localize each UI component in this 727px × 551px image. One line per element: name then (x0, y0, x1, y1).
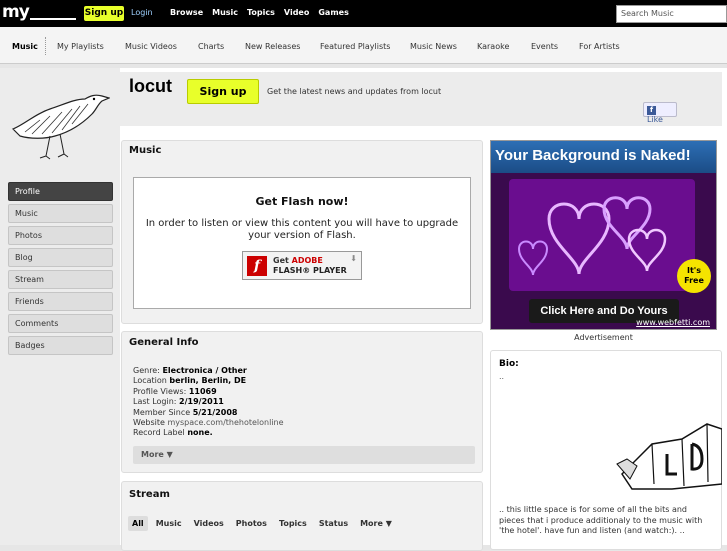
login-link[interactable]: Login (131, 8, 153, 17)
stream-tab-more[interactable]: More ▼ (356, 516, 396, 531)
facebook-icon: f (647, 106, 656, 115)
header-tagline: Get the latest news and updates from loc… (267, 87, 442, 96)
stream-tab-videos[interactable]: Videos (190, 516, 228, 531)
sidebar-tab-comments[interactable]: Comments (8, 314, 113, 333)
sidebar-tab-stream[interactable]: Stream (8, 270, 113, 289)
logo-underline (30, 18, 76, 20)
bio-sketch-image (616, 423, 722, 490)
ad-url[interactable]: www.webfetti.com (636, 318, 710, 327)
info-member-since: Member Since 5/21/2008 (133, 407, 238, 417)
subnav-for-artists[interactable]: For Artists (579, 42, 620, 51)
get-word: Get (273, 256, 289, 265)
info-last-login: Last Login: 2/19/2011 (133, 397, 224, 407)
subnav-music-news[interactable]: Music News (410, 42, 457, 51)
top-nav-music[interactable]: Music (212, 8, 238, 17)
subnav-featured-playlists[interactable]: Featured Playlists (320, 42, 390, 51)
subnav-music-videos[interactable]: Music Videos (125, 42, 177, 51)
sidebar-tab-friends[interactable]: Friends (8, 292, 113, 311)
top-nav-topics[interactable]: Topics (247, 8, 275, 17)
like-label: Like (647, 115, 663, 124)
top-nav-video[interactable]: Video (284, 8, 309, 17)
bio-text: .. this little space is for some of all … (499, 505, 703, 535)
sidebar-tab-music[interactable]: Music (8, 204, 113, 223)
stream-tab-status[interactable]: Status (315, 516, 352, 531)
music-subnav: Music My Playlists Music Videos Charts N… (0, 27, 727, 64)
flash-message: In order to listen or view this content … (145, 218, 459, 241)
subnav-my-playlists[interactable]: My Playlists (57, 42, 104, 51)
bio-ellipsis: .. (499, 372, 505, 381)
sidebar-tab-photos[interactable]: Photos (8, 226, 113, 245)
top-nav-games[interactable]: Games (318, 8, 349, 17)
info-website: Website myspace.com/thehotelonline (133, 418, 284, 428)
subnav-events[interactable]: Events (531, 42, 558, 51)
info-genre: Genre: Electronica / Other (133, 366, 247, 375)
flash-player-label: FLASH® PLAYER (273, 266, 347, 275)
top-nav: Browse Music Topics Video Games (170, 8, 349, 17)
download-arrow-icon: ⬇ (350, 254, 357, 263)
get-adobe-label: Get ADOBE (273, 256, 323, 265)
subnav-divider (45, 37, 46, 55)
advertisement-label: Advertisement (574, 333, 633, 342)
bio-title: Bio: (499, 359, 519, 369)
website-link[interactable]: myspace.com/thehotelonline (167, 418, 283, 427)
info-profile-views: Profile Views: 11069 (133, 386, 217, 396)
general-info-title: General Info (129, 337, 199, 348)
sidebar-tab-profile[interactable]: Profile (8, 182, 113, 201)
stream-tab-topics[interactable]: Topics (275, 516, 311, 531)
stream-title: Stream (129, 489, 170, 500)
subnav-karaoke[interactable]: Karaoke (477, 42, 509, 51)
get-flash-button[interactable]: f Get ADOBE FLASH® PLAYER ⬇ (242, 251, 362, 280)
sidebar-tab-blog[interactable]: Blog (8, 248, 113, 267)
subnav-new-releases[interactable]: New Releases (245, 42, 300, 51)
stream-tab-music[interactable]: Music (152, 516, 186, 531)
flash-logo-icon: f (247, 256, 267, 276)
flash-title: Get Flash now! (255, 195, 349, 208)
facebook-like-button[interactable]: fLike (643, 102, 677, 124)
ad-free-badge: It's Free (677, 259, 711, 293)
general-info-list: Genre: Electronica / Other Location berl… (133, 366, 284, 439)
ad-headline: Your Background is Naked! (491, 141, 716, 173)
stream-tab-all[interactable]: All (128, 516, 148, 531)
info-record-label: Record Label none. (133, 428, 213, 438)
general-info-more-button[interactable]: More ▼ (133, 446, 475, 464)
artist-name: locut (129, 76, 172, 96)
ad-hearts-image (509, 179, 695, 291)
hearts-graphic (517, 196, 667, 276)
stream-tab-photos[interactable]: Photos (232, 516, 271, 531)
sidebar-tab-badges[interactable]: Badges (8, 336, 113, 355)
subnav-music[interactable]: Music (12, 42, 38, 51)
stream-tabs: All Music Videos Photos Topics Status Mo… (128, 516, 396, 531)
info-location: Location berlin, Berlin, DE (133, 376, 247, 386)
flash-player-box: Get Flash now! In order to listen or vie… (133, 177, 471, 309)
top-nav-browse[interactable]: Browse (170, 8, 203, 17)
subnav-charts[interactable]: Charts (198, 42, 224, 51)
myspace-logo[interactable]: my (2, 2, 30, 22)
header-signup-button[interactable]: Sign up (187, 79, 259, 104)
advertisement-banner[interactable]: Your Background is Naked! It's Free Clic… (490, 140, 717, 330)
adobe-word: ADOBE (291, 256, 323, 265)
search-input[interactable]: Search Music (616, 5, 727, 23)
music-panel-title: Music (129, 145, 162, 156)
top-signup-button[interactable]: Sign up (84, 6, 124, 21)
profile-image[interactable] (10, 84, 110, 164)
